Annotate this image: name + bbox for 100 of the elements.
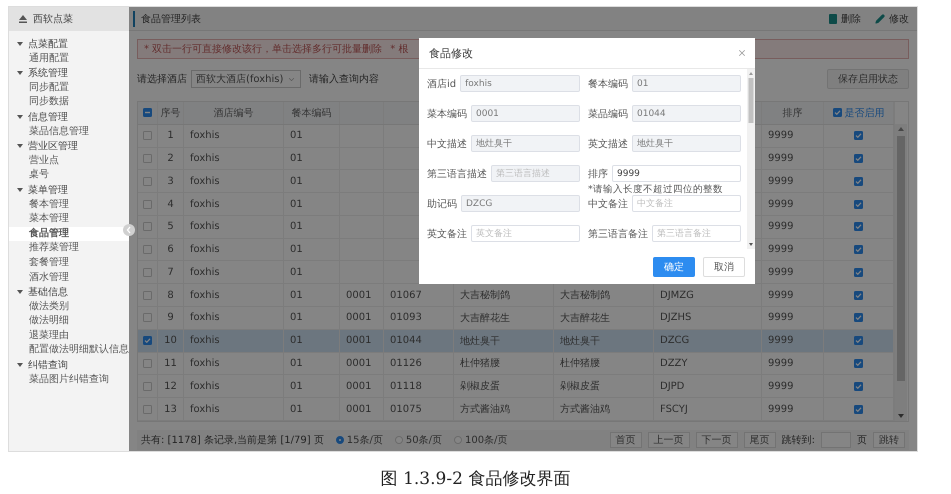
column-header: 是否启用	[844, 106, 884, 120]
sidebar-item[interactable]: 做法明细	[9, 314, 129, 329]
table-cell: foxhis	[190, 404, 220, 415]
pager-button[interactable]: 下一页	[696, 432, 738, 448]
sidebar-item[interactable]: 同步配置	[9, 80, 129, 96]
input-field[interactable]: 英文备注	[471, 225, 580, 242]
table-cell: 0001	[346, 335, 372, 346]
sidebar-item[interactable]: 菜品信息管理	[9, 124, 129, 140]
table-cell: 11	[164, 358, 177, 369]
edit-button[interactable]: 修改	[875, 12, 909, 26]
sidebar-item[interactable]: 桌号	[9, 168, 129, 183]
sidebar-group[interactable]: 点菜配置	[9, 37, 129, 52]
input-field[interactable]: 9999	[612, 165, 741, 182]
sidebar-group[interactable]: 信息管理	[9, 110, 129, 125]
sidebar-item[interactable]: 推荐菜管理	[9, 241, 129, 256]
column-header: 酒店编号	[214, 106, 254, 120]
table-cell: 9999	[768, 312, 794, 324]
table-cell: foxhis	[190, 221, 220, 232]
sidebar-group[interactable]: 系统管理	[9, 66, 129, 81]
table-cell: foxhis	[190, 152, 220, 164]
table-cell: 01	[290, 152, 303, 164]
table-cell: 12	[164, 380, 177, 392]
table-cell: 01	[290, 198, 303, 210]
field-label: 第三语言备注	[588, 228, 648, 240]
table-cell: 4	[167, 198, 174, 210]
table-cell: DZZY	[660, 358, 688, 369]
table-cell: 9999	[768, 290, 794, 301]
sidebar-item[interactable]: 食品管理	[9, 226, 129, 242]
table-cell-text: 大吉醉花生	[460, 312, 510, 325]
column-header: 排序	[782, 106, 802, 120]
table-cell: foxhis	[190, 130, 220, 142]
table-cell: 7	[167, 266, 174, 278]
sidebar-item[interactable]: 同步数据	[9, 95, 129, 110]
delete-button[interactable]: 删除	[829, 12, 861, 26]
table-cell: 9999	[768, 266, 794, 278]
jump-button[interactable]: 跳转	[873, 432, 905, 448]
input-field[interactable]: 第三语言备注	[652, 225, 741, 242]
input-field[interactable]: 中文备注	[632, 195, 741, 212]
table-cell: 9999	[768, 380, 794, 392]
hotel-select[interactable]: 西软大酒店(foxhis)	[191, 70, 301, 88]
table-cell: DZCG	[660, 335, 690, 346]
field-label: 第三语言描述	[427, 168, 487, 180]
field-label: 中文描述	[427, 138, 467, 150]
table-row[interactable]: 12 foxhis 01 0001 01118 剁椒皮蛋 剁椒皮蛋 DJPD 9999	[138, 375, 894, 398]
field-label: 菜本编码	[427, 108, 467, 120]
sidebar-item[interactable]: 退菜理由	[9, 328, 129, 344]
sidebar-item[interactable]: 菜品图片纠错查询	[9, 372, 129, 388]
sidebar-item[interactable]: 酒水管理	[9, 270, 129, 286]
confirm-button[interactable]: 确定	[653, 257, 695, 277]
sidebar-title: 西软点菜	[33, 12, 73, 26]
table-cell: foxhis	[190, 176, 220, 187]
page-size-option[interactable]: 15条/页	[336, 433, 383, 447]
table-cell: 01118	[390, 380, 422, 392]
table-cell: 1	[167, 130, 174, 142]
table-cell-text: 剁椒皮蛋	[460, 380, 500, 394]
table-cell-text: 杜仲猪腰	[560, 356, 600, 370]
sidebar-group[interactable]: 菜单管理	[9, 182, 129, 198]
page-size-option[interactable]: 100条/页	[454, 433, 508, 447]
pager-button[interactable]: 首页	[610, 432, 642, 448]
sidebar-item[interactable]: 套餐管理	[9, 256, 129, 270]
table-row[interactable]: 8 foxhis 01 0001 01067 大吉秘制鸽 大吉秘制鸽 DJMZG 9999	[138, 284, 894, 308]
table-row[interactable]: 13 foxhis 01 0001 01075 方式酱油鸡 方式酱油鸡 FSCYJ 9999	[138, 398, 894, 421]
table-cell: 0001	[346, 312, 372, 324]
table-cell: foxhis	[190, 290, 220, 301]
table-cell: DJMZG	[660, 290, 694, 301]
field-label: 菜品编码	[588, 108, 628, 120]
column-header: 餐本编码	[292, 106, 332, 120]
sidebar-item[interactable]: 做法类别	[9, 300, 129, 314]
pager-button[interactable]: 尾页	[744, 432, 776, 448]
table-cell: foxhis	[190, 198, 220, 210]
table-cell: 9	[167, 312, 174, 324]
cancel-button[interactable]: 取消	[703, 257, 745, 277]
field-label: 助记码	[427, 198, 457, 210]
sidebar-item[interactable]: 配置做法明细默认信息	[9, 343, 129, 358]
table-cell: 01	[290, 335, 303, 346]
sidebar-item[interactable]: 菜本管理	[9, 212, 129, 227]
sidebar-group[interactable]: 基础信息	[9, 285, 129, 300]
table-cell: 0001	[346, 380, 372, 392]
table-cell: 9999	[768, 358, 794, 369]
table-row[interactable]: 11 foxhis 01 0001 01126 杜仲猪腰 杜仲猪腰 DZZY 9999	[138, 352, 894, 376]
table-row[interactable]: 9 foxhis 01 0001 01093 大吉醉花生 大吉醉花生 DJZHS 9999	[138, 307, 894, 330]
sidebar-group[interactable]: 纠错查询	[9, 358, 129, 373]
table-cell: DJZHS	[660, 312, 692, 324]
sidebar-item[interactable]: 营业点	[9, 154, 129, 168]
table-cell-text: 地灶臭干	[460, 334, 500, 348]
pager-button[interactable]: 上一页	[648, 432, 690, 448]
table-cell-text: 杜仲猪腰	[460, 356, 500, 370]
sidebar-item[interactable]: 餐本管理	[9, 198, 129, 212]
sidebar-group[interactable]: 营业区管理	[9, 139, 129, 154]
table-cell: 01	[290, 130, 303, 142]
table-cell-text: 方式酱油鸡	[560, 402, 610, 416]
page-size-option[interactable]: 50条/页	[394, 433, 442, 447]
table-cell: 9999	[768, 221, 794, 232]
table-row[interactable]: 10 foxhis 01 0001 01044 地灶臭干 地灶臭干 DZCG 9999	[138, 330, 894, 353]
table-cell: foxhis	[190, 312, 220, 324]
table-cell: 9999	[768, 404, 794, 415]
table-cell: 9999	[768, 335, 794, 346]
dialog-title: 食品修改	[429, 46, 473, 60]
sidebar-item[interactable]: 通用配置	[9, 52, 129, 66]
table-cell: DJPD	[660, 380, 684, 392]
